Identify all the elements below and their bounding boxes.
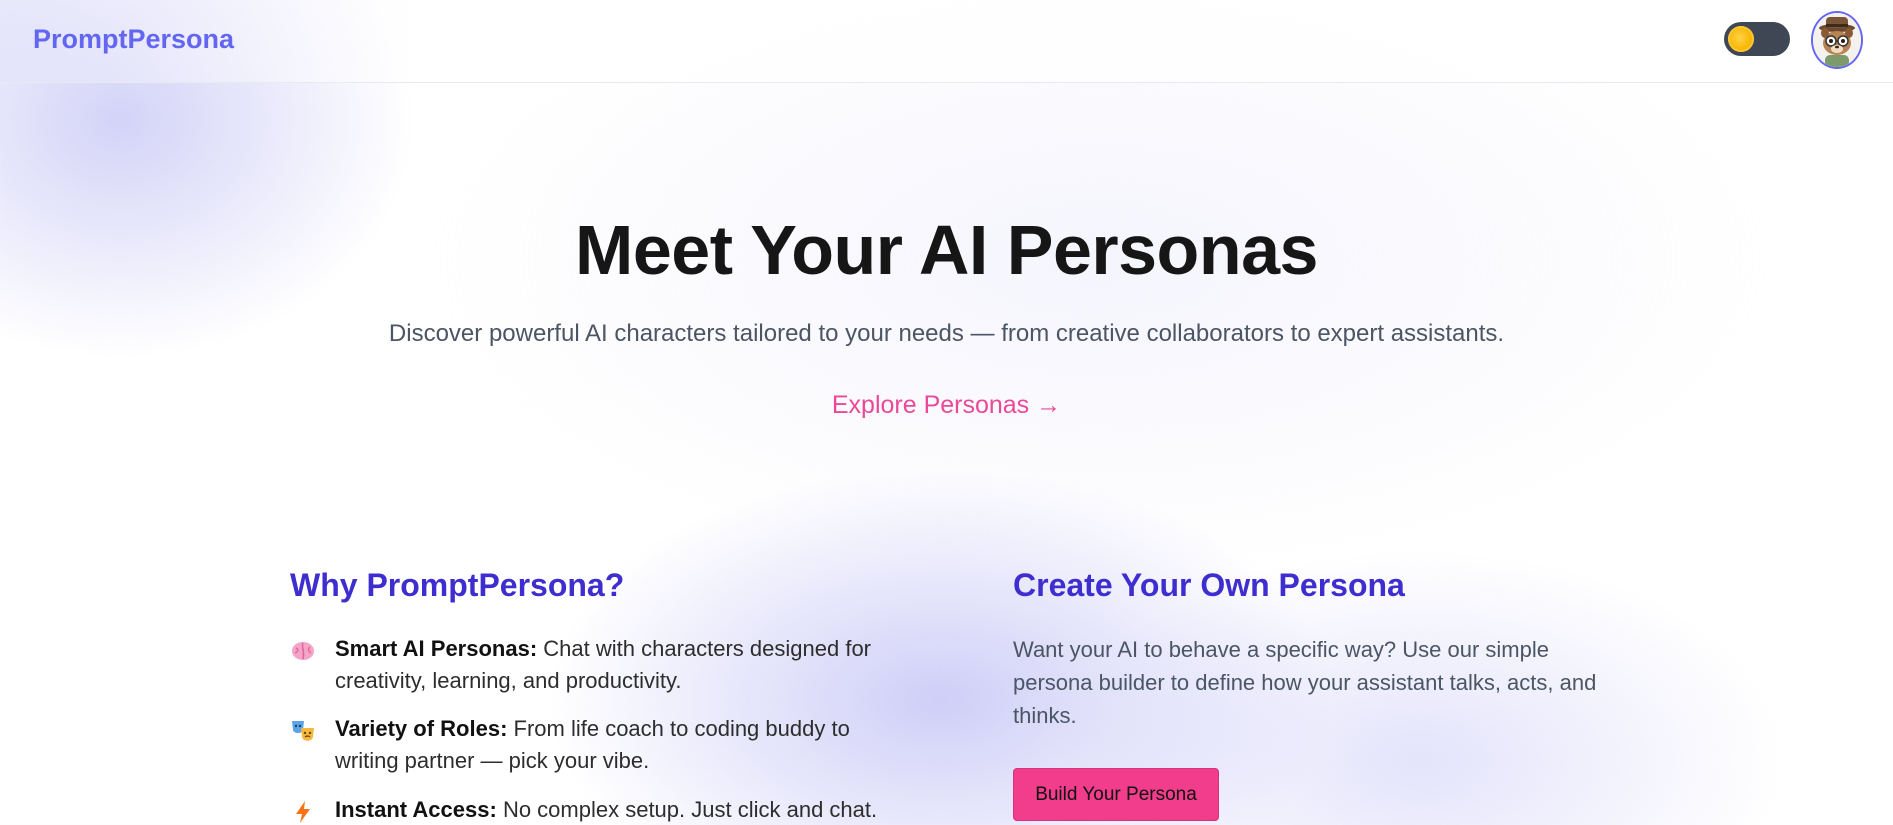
feature-item: Instant Access: No complex setup. Just c… xyxy=(290,794,890,825)
feature-text: No complex setup. Just click and chat. xyxy=(502,797,878,822)
why-heading: Why PromptPersona? xyxy=(290,567,625,603)
create-description: Want your AI to behave a specific way? U… xyxy=(1013,637,1597,728)
theme-toggle[interactable] xyxy=(1724,22,1790,56)
feature-title: Variety of Roles: xyxy=(335,716,508,741)
feature-title: Smart AI Personas: xyxy=(335,636,538,661)
avatar[interactable] xyxy=(1811,11,1863,69)
theater-masks-icon xyxy=(292,721,314,741)
feature-item: Smart AI Personas: Chat with characters … xyxy=(290,633,890,697)
top-navbar: PromptPersona xyxy=(0,0,1893,83)
raccoon-avatar-icon xyxy=(1813,13,1861,67)
create-heading: Create Your Own Persona xyxy=(1013,567,1405,603)
hero-subtitle: Discover powerful AI characters tailored… xyxy=(388,320,1505,347)
build-persona-button[interactable]: Build Your Persona xyxy=(1013,768,1219,821)
lightning-icon xyxy=(296,801,310,823)
explore-personas-link[interactable]: Explore Personas → xyxy=(0,391,1893,420)
feature-title: Instant Access: xyxy=(335,797,497,822)
hero-title: Meet Your AI Personas xyxy=(575,211,1318,289)
brand-logo[interactable]: PromptPersona xyxy=(33,24,234,55)
feature-item: Variety of Roles: From life coach to cod… xyxy=(290,713,890,777)
sun-icon xyxy=(1728,26,1754,52)
brain-icon xyxy=(292,642,314,660)
